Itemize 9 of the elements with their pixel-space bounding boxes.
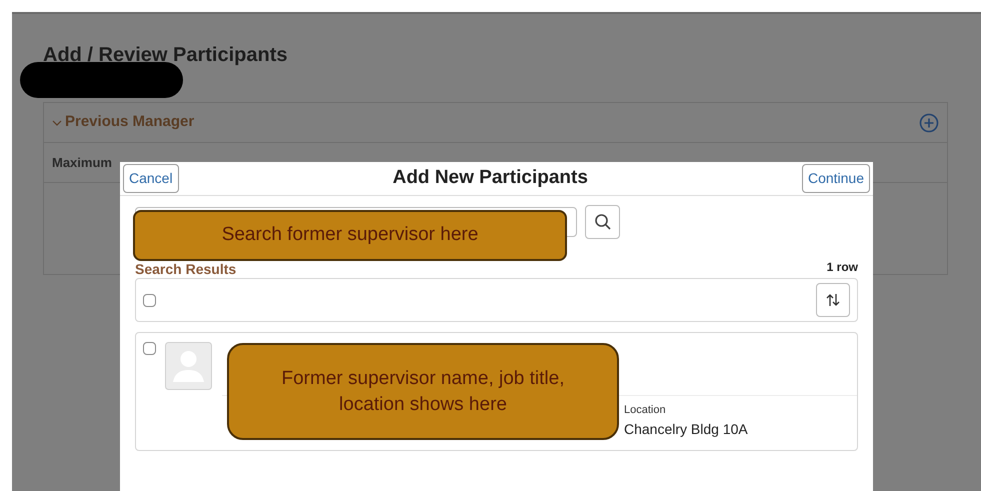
row-count: 1 row <box>826 259 858 276</box>
row-label: Maximum <box>52 154 112 172</box>
dialog-title: Add New Participants <box>392 166 588 190</box>
results-label: Search Results <box>135 262 236 276</box>
annotation-tooltip: Search former supervisor here <box>133 210 567 261</box>
field-value: Chancelry Bldg 10A <box>624 420 749 439</box>
field-label: Location <box>624 403 667 418</box>
annotation-tooltip: Former supervisor name, job title, location shows here <box>227 343 619 440</box>
page-title: Add / Review Participants <box>43 43 289 68</box>
